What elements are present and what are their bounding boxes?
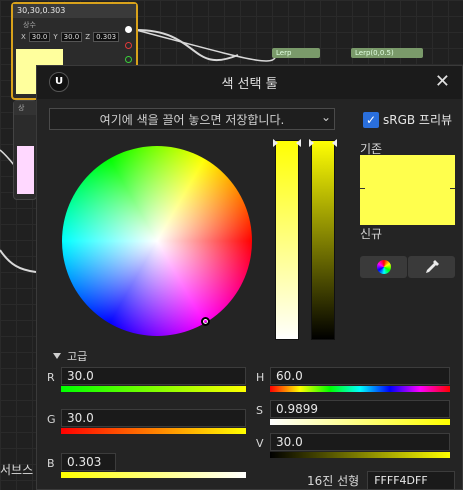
- channel-r-input[interactable]: 30.0: [61, 367, 246, 385]
- old-color-swatch: [360, 155, 455, 225]
- advanced-label: 고급: [67, 350, 88, 363]
- saturation-handle[interactable]: [273, 139, 301, 147]
- hex-linear-input[interactable]: FFFF4DFF: [367, 471, 456, 490]
- channel-v-input[interactable]: 30.0: [270, 433, 450, 451]
- dialog-title: 색 선택 툴: [221, 77, 278, 92]
- channel-g-input[interactable]: 30.0: [61, 409, 246, 427]
- secondary-node-preview: [17, 146, 34, 194]
- color-wheel-marker[interactable]: [201, 317, 210, 326]
- hex-linear-row: 16진 선형 FFFF4DFF: [307, 471, 456, 490]
- channel-b-label: B: [47, 457, 55, 470]
- constant-node-title: 30,30,0.303: [17, 6, 66, 15]
- srgb-label: sRGB 프리뷰: [383, 113, 453, 127]
- field-y-label: Y: [53, 33, 58, 41]
- lerp-node[interactable]: Lerp: [272, 48, 320, 58]
- advanced-section-toggle[interactable]: 고급: [53, 348, 87, 364]
- output-pin-rgb[interactable]: [125, 26, 132, 33]
- output-pin-g[interactable]: [125, 56, 132, 63]
- color-wheel-mode-button[interactable]: [360, 256, 407, 278]
- swatch-tick-left: [360, 188, 365, 189]
- channel-b-input[interactable]: 0.303: [61, 453, 116, 471]
- field-z-input[interactable]: 0.303: [93, 32, 120, 42]
- constant-node-header: 30,30,0.303: [13, 4, 136, 18]
- color-wheel[interactable]: [62, 146, 252, 336]
- close-icon[interactable]: ✕: [435, 71, 450, 92]
- color-picker-dialog: U 색 선택 툴 ✕ 여기에 색을 끌어 놓으면 저장합니다. ⌄ ✓ sRGB…: [36, 65, 463, 490]
- value-handle[interactable]: [309, 139, 337, 147]
- channel-s-gradient[interactable]: [270, 419, 450, 425]
- constant-node-fields: X 30.0 Y 30.0 Z 0.303: [13, 32, 136, 42]
- lerp-node-2[interactable]: Lerp(0,0.5): [351, 48, 423, 58]
- lerp-node-2-label: Lerp(0,0.5): [355, 49, 394, 57]
- constant-node-subtitle: 상수: [23, 21, 36, 29]
- field-y-input[interactable]: 30.0: [60, 32, 83, 42]
- saturation-slider[interactable]: [273, 139, 301, 340]
- value-slider[interactable]: [309, 139, 337, 340]
- eyedropper-button[interactable]: [408, 256, 455, 278]
- secondary-node[interactable]: 상: [13, 100, 37, 200]
- channel-b-gradient[interactable]: [61, 472, 246, 478]
- drop-hint-text: 여기에 색을 끌어 놓으면 저장합니다.: [99, 112, 285, 127]
- eyedropper-icon: [425, 260, 439, 273]
- caret-down-icon: [53, 353, 61, 359]
- channel-g-gradient[interactable]: [61, 428, 246, 434]
- channel-g-label: G: [47, 413, 56, 426]
- hex-linear-label: 16진 선형: [307, 474, 360, 488]
- color-wheel-icon: [376, 260, 391, 274]
- field-x-label: X: [21, 33, 26, 41]
- channel-s-input[interactable]: 0.9899: [270, 400, 450, 418]
- field-x-input[interactable]: 30.0: [28, 32, 51, 42]
- chevron-down-icon[interactable]: ⌄: [321, 110, 331, 124]
- channel-h-gradient[interactable]: [270, 386, 450, 392]
- lerp-node-label: Lerp: [276, 49, 292, 57]
- channel-v-gradient[interactable]: [270, 452, 450, 458]
- graph-bottom-label: 서브스: [0, 463, 34, 477]
- field-z-label: Z: [85, 33, 91, 41]
- new-color-label: 신규: [360, 227, 383, 241]
- swatch-tick-right: [450, 188, 455, 189]
- secondary-node-header: 상: [14, 101, 36, 115]
- channel-r-gradient[interactable]: [61, 386, 246, 392]
- channel-h-input[interactable]: 60.0: [270, 367, 450, 385]
- channel-h-label: H: [256, 371, 265, 384]
- channel-s-label: S: [256, 404, 263, 417]
- unreal-logo-icon: U: [49, 72, 69, 92]
- srgb-checkbox[interactable]: ✓: [363, 111, 379, 128]
- channel-v-label: V: [256, 437, 264, 450]
- dialog-title-bar[interactable]: U 색 선택 툴 ✕: [37, 66, 462, 99]
- channel-r-label: R: [47, 371, 55, 384]
- srgb-preview-toggle[interactable]: ✓ sRGB 프리뷰: [363, 111, 452, 128]
- color-drop-area[interactable]: 여기에 색을 끌어 놓으면 저장합니다.: [49, 108, 335, 130]
- output-pin-r[interactable]: [125, 42, 132, 49]
